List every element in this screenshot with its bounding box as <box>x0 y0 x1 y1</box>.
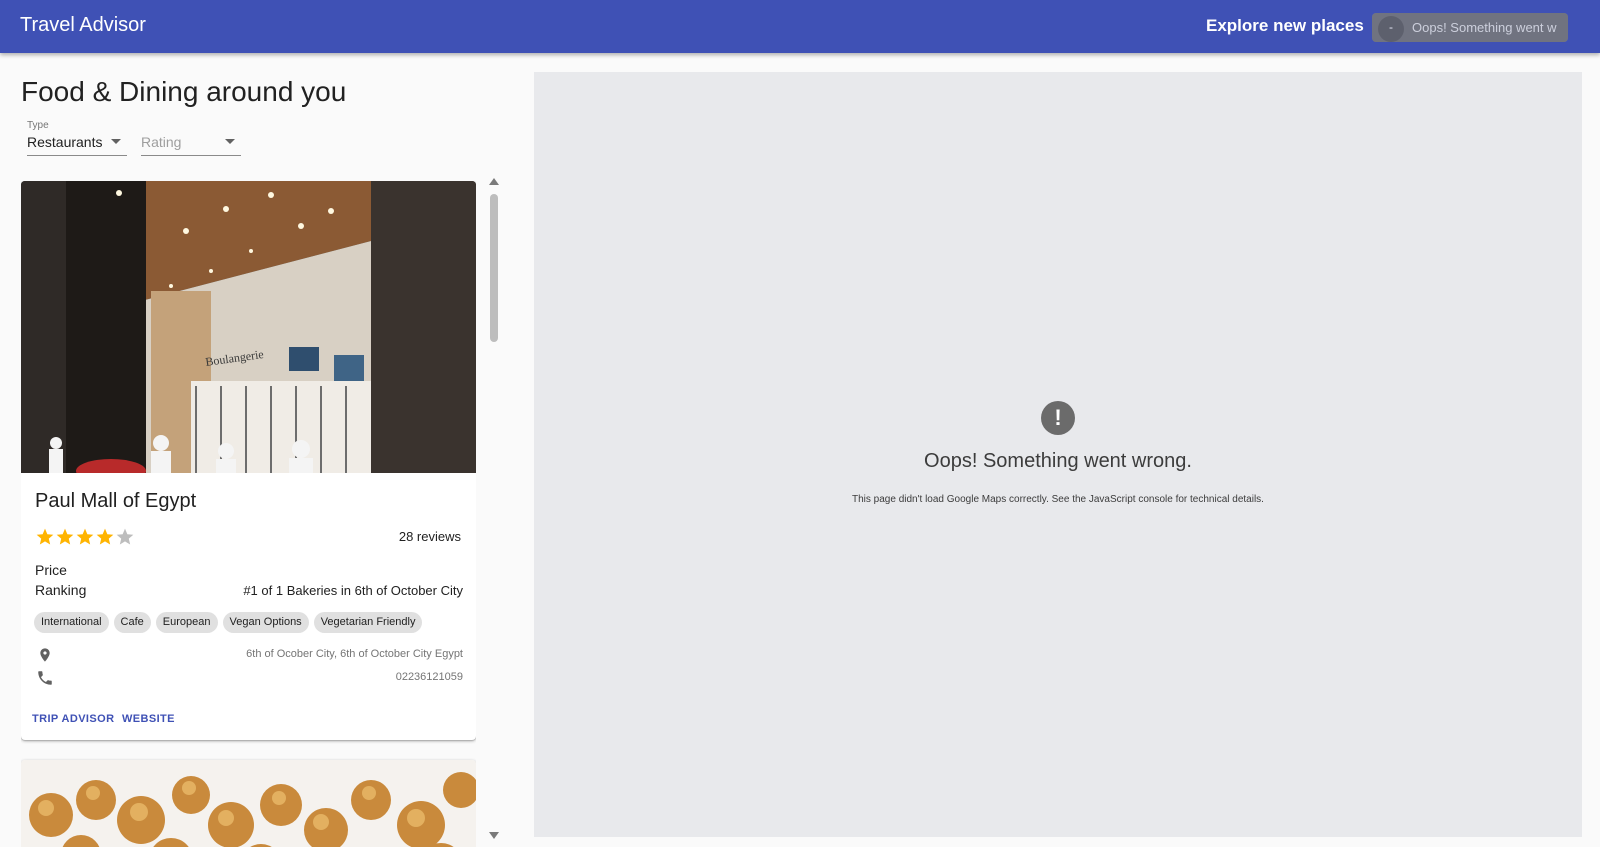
place-address: 6th of Ocober City, 6th of October City … <box>246 648 463 660</box>
map-error-title: Oops! Something went wrong. <box>924 450 1192 472</box>
search-input[interactable]: - Oops! Something went w <box>1372 13 1568 42</box>
rating-select-placeholder: Rating <box>141 134 182 150</box>
places-list: Boulangerie Paul Mall of Egypt 28 review… <box>21 181 476 847</box>
scroll-thumb[interactable] <box>490 194 498 342</box>
map-error-description: This page didn't load Google Maps correc… <box>852 494 1264 505</box>
star-filled-icon <box>56 528 74 545</box>
scroll-down-arrow-icon[interactable] <box>489 832 499 839</box>
star-filled-icon <box>36 528 54 545</box>
cuisine-chip: European <box>155 612 218 633</box>
place-phone: 02236121059 <box>395 671 463 683</box>
scroll-up-arrow-icon[interactable] <box>489 178 499 185</box>
website-button[interactable]: WEBSITE <box>122 713 175 725</box>
star-filled-icon <box>96 528 114 545</box>
rating-select[interactable]: Rating <box>141 120 241 156</box>
place-name: Paul Mall of Egypt <box>35 490 197 512</box>
cuisine-chip: Vegetarian Friendly <box>313 612 423 633</box>
type-select[interactable]: Type Restaurants <box>27 120 127 156</box>
trip-advisor-button[interactable]: TRIP ADVISOR <box>32 713 114 725</box>
page-title: Food & Dining around you <box>21 76 347 107</box>
cuisine-chips: International Cafe European Vegan Options Ve… <box>34 612 427 634</box>
error-icon: - <box>1378 16 1404 42</box>
chevron-down-icon <box>225 139 235 144</box>
price-label: Price <box>35 562 67 578</box>
app-bar: Travel Advisor Explore new places - Oops… <box>0 0 1600 53</box>
error-icon: ! <box>1041 401 1075 435</box>
explore-label: Explore new places <box>1206 16 1364 35</box>
place-image <box>21 760 476 847</box>
place-image: Boulangerie <box>21 181 476 473</box>
cuisine-chip: International <box>34 612 109 633</box>
location-pin-icon <box>40 648 50 662</box>
map-container[interactable]: ! Oops! Something went wrong. This page … <box>534 72 1582 837</box>
app-title: Travel Advisor <box>20 14 146 36</box>
ranking-label: Ranking <box>35 582 87 598</box>
list-scrollbar[interactable] <box>487 178 501 842</box>
chevron-down-icon <box>111 139 121 144</box>
type-select-label: Type <box>27 120 49 131</box>
cuisine-chip: Cafe <box>113 612 151 633</box>
search-error-text: Oops! Something went w <box>1412 20 1557 35</box>
type-select-value: Restaurants <box>27 134 103 150</box>
place-card <box>21 760 476 847</box>
place-card: Boulangerie Paul Mall of Egypt 28 review… <box>21 181 476 740</box>
autocomplete-error-overlay: - Oops! Something went w <box>1372 13 1568 42</box>
phone-icon <box>38 671 52 685</box>
star-filled-icon <box>76 528 94 545</box>
star-empty-icon <box>116 528 134 545</box>
cuisine-chip: Vegan Options <box>222 612 309 633</box>
review-count: 28 reviews <box>398 529 461 544</box>
ranking-value: #1 of 1 Bakeries in 6th of October City <box>243 583 463 598</box>
